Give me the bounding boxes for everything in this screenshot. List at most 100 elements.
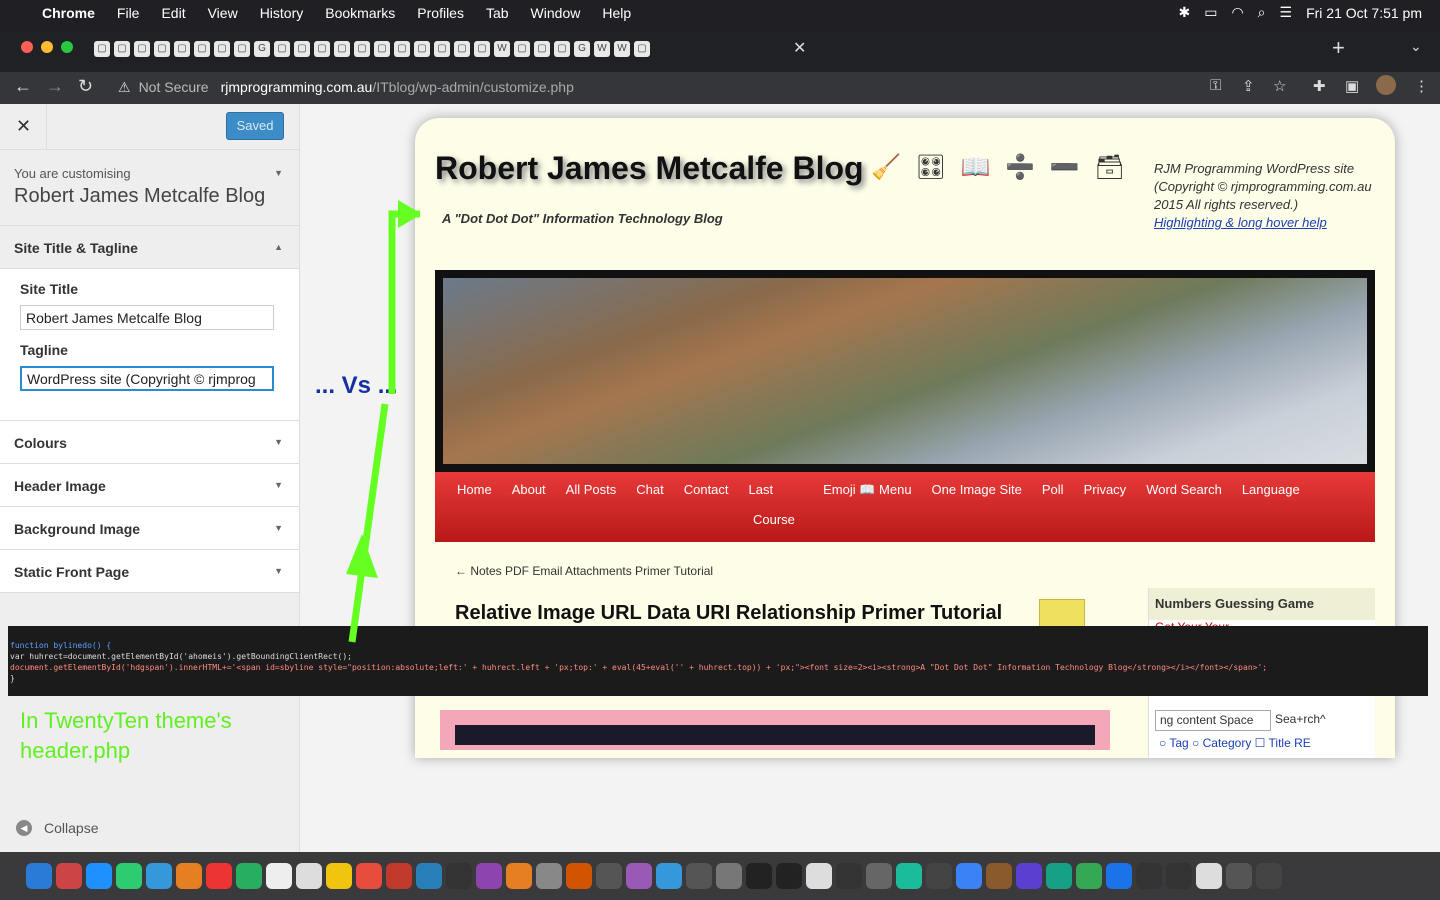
tab-favicon[interactable]: ▢ <box>174 41 190 57</box>
back-icon[interactable]: ← <box>14 76 32 97</box>
menu-profiles[interactable]: Profiles <box>417 5 464 21</box>
help-link[interactable]: Highlighting & long hover help <box>1154 215 1327 230</box>
dock-app-icon[interactable] <box>866 863 892 889</box>
more-menu-icon[interactable]: ⋮ <box>1414 77 1429 95</box>
dock-app-icon[interactable] <box>986 863 1012 889</box>
tab-favicon[interactable]: ▢ <box>414 41 430 57</box>
clock[interactable]: Fri 21 Oct 7:51 pm <box>1306 5 1422 21</box>
tab-favicon[interactable]: W <box>494 41 510 57</box>
dock-app-icon[interactable] <box>296 863 322 889</box>
dock-app-icon[interactable] <box>1256 863 1282 889</box>
tab-favicon[interactable]: ▢ <box>454 41 470 57</box>
dock-app-icon[interactable] <box>776 863 802 889</box>
dock-app-icon[interactable] <box>1046 863 1072 889</box>
dock-app-icon[interactable] <box>356 863 382 889</box>
dock-app-icon[interactable] <box>86 863 112 889</box>
tab-favicon[interactable]: ▢ <box>154 41 170 57</box>
nav-privacy[interactable]: Privacy <box>1084 482 1127 508</box>
avatar[interactable] <box>1376 75 1396 95</box>
dock-app-icon[interactable] <box>56 863 82 889</box>
dock-app-icon[interactable] <box>1016 863 1042 889</box>
nav-poll[interactable]: Poll <box>1042 482 1064 508</box>
close-window-icon[interactable] <box>21 41 33 53</box>
dock-app-icon[interactable] <box>446 863 472 889</box>
tab-favicon[interactable]: ▢ <box>334 41 350 57</box>
dock-app-icon[interactable] <box>146 863 172 889</box>
search-label[interactable]: Sea+rch^ <box>1275 712 1326 726</box>
dock-app-icon[interactable] <box>596 863 622 889</box>
search-options[interactable]: ○ Tag ○ Category ☐ Title RE <box>1159 736 1311 750</box>
nav-chat[interactable]: Chat <box>636 482 663 508</box>
tab-favicon[interactable]: G <box>254 41 270 57</box>
tab-favicon[interactable]: ▢ <box>434 41 450 57</box>
dock-app-icon[interactable] <box>176 863 202 889</box>
dock-app-icon[interactable] <box>236 863 262 889</box>
menu-bookmarks[interactable]: Bookmarks <box>325 5 395 21</box>
tab-favicon[interactable]: W <box>614 41 630 57</box>
search-input[interactable]: ng content Space <box>1155 710 1271 731</box>
dock-app-icon[interactable] <box>386 863 412 889</box>
close-tab-icon[interactable]: ✕ <box>793 38 806 58</box>
tab-favicon[interactable]: ▢ <box>194 41 210 57</box>
dock-app-icon[interactable] <box>326 863 352 889</box>
tab-favicon[interactable]: ▢ <box>354 41 370 57</box>
menu-window[interactable]: Window <box>531 5 581 21</box>
dock-app-icon[interactable] <box>1166 863 1192 889</box>
bluetooth-icon[interactable]: ✱ <box>1178 4 1190 21</box>
dock-app-icon[interactable] <box>806 863 832 889</box>
dock-app-icon[interactable] <box>656 863 682 889</box>
tab-favicon[interactable]: ▢ <box>534 41 550 57</box>
tab-favicon[interactable]: ▢ <box>374 41 390 57</box>
spotlight-search-icon[interactable]: ⌕ <box>1258 4 1266 21</box>
nav-contact[interactable]: Contact <box>684 482 729 508</box>
nav-language[interactable]: Language <box>1242 482 1300 508</box>
dock-app-icon[interactable] <box>206 863 232 889</box>
extensions-icon[interactable]: ✚ <box>1313 77 1326 95</box>
dock-app-icon[interactable] <box>536 863 562 889</box>
dock-app-icon[interactable] <box>1106 863 1132 889</box>
menu-view[interactable]: View <box>208 5 238 21</box>
dock-app-icon[interactable] <box>836 863 862 889</box>
dock-app-icon[interactable] <box>26 863 52 889</box>
dock-app-icon[interactable] <box>266 863 292 889</box>
wifi-icon[interactable]: ◠ <box>1231 4 1243 21</box>
previous-post-link[interactable]: ← Notes PDF Email Attachments Primer Tut… <box>455 564 713 578</box>
tab-favicon[interactable]: ▢ <box>214 41 230 57</box>
site-title[interactable]: Robert James Metcalfe Blog <box>435 150 864 187</box>
dock-app-icon[interactable] <box>1226 863 1252 889</box>
dock-app-icon[interactable] <box>1196 863 1222 889</box>
nav-all-posts[interactable]: All Posts <box>566 482 617 508</box>
tab-favicon[interactable]: ▢ <box>294 41 310 57</box>
menu-help[interactable]: Help <box>602 5 631 21</box>
nav-home[interactable]: Home <box>457 482 492 508</box>
nav-word-search[interactable]: Word Search <box>1146 482 1222 508</box>
dock-app-icon[interactable] <box>1136 863 1162 889</box>
tab-favicon[interactable]: ▢ <box>234 41 250 57</box>
key-icon[interactable]: ⚿ <box>1210 77 1221 94</box>
dock-app-icon[interactable] <box>476 863 502 889</box>
collapse-button[interactable]: ◀ Collapse <box>16 820 98 836</box>
tab-favicon[interactable]: G <box>574 41 590 57</box>
tab-favicon[interactable]: W <box>594 41 610 57</box>
dock-app-icon[interactable] <box>716 863 742 889</box>
dock-app-icon[interactable] <box>626 863 652 889</box>
tab-favicon[interactable]: ▢ <box>94 41 110 57</box>
share-icon[interactable]: ⇪ <box>1242 77 1255 95</box>
menu-file[interactable]: File <box>117 5 140 21</box>
minimize-window-icon[interactable] <box>41 41 53 53</box>
dock-app-icon[interactable] <box>686 863 712 889</box>
forward-icon[interactable]: → <box>46 76 64 97</box>
tab-favicon[interactable]: ▢ <box>274 41 290 57</box>
nav-last[interactable]: Last <box>749 482 774 508</box>
tab-favicon[interactable]: ▢ <box>114 41 130 57</box>
control-center-icon[interactable]: ☰ <box>1280 4 1293 21</box>
dock-app-icon[interactable] <box>956 863 982 889</box>
nav-one-image-site[interactable]: One Image Site <box>932 482 1022 508</box>
dock-app-icon[interactable] <box>566 863 592 889</box>
menu-edit[interactable]: Edit <box>161 5 185 21</box>
dock-app-icon[interactable] <box>116 863 142 889</box>
dock-app-icon[interactable] <box>416 863 442 889</box>
tab-favicon[interactable]: ▢ <box>634 41 650 57</box>
dock-app-icon[interactable] <box>746 863 772 889</box>
tab-favicon[interactable]: ▢ <box>314 41 330 57</box>
